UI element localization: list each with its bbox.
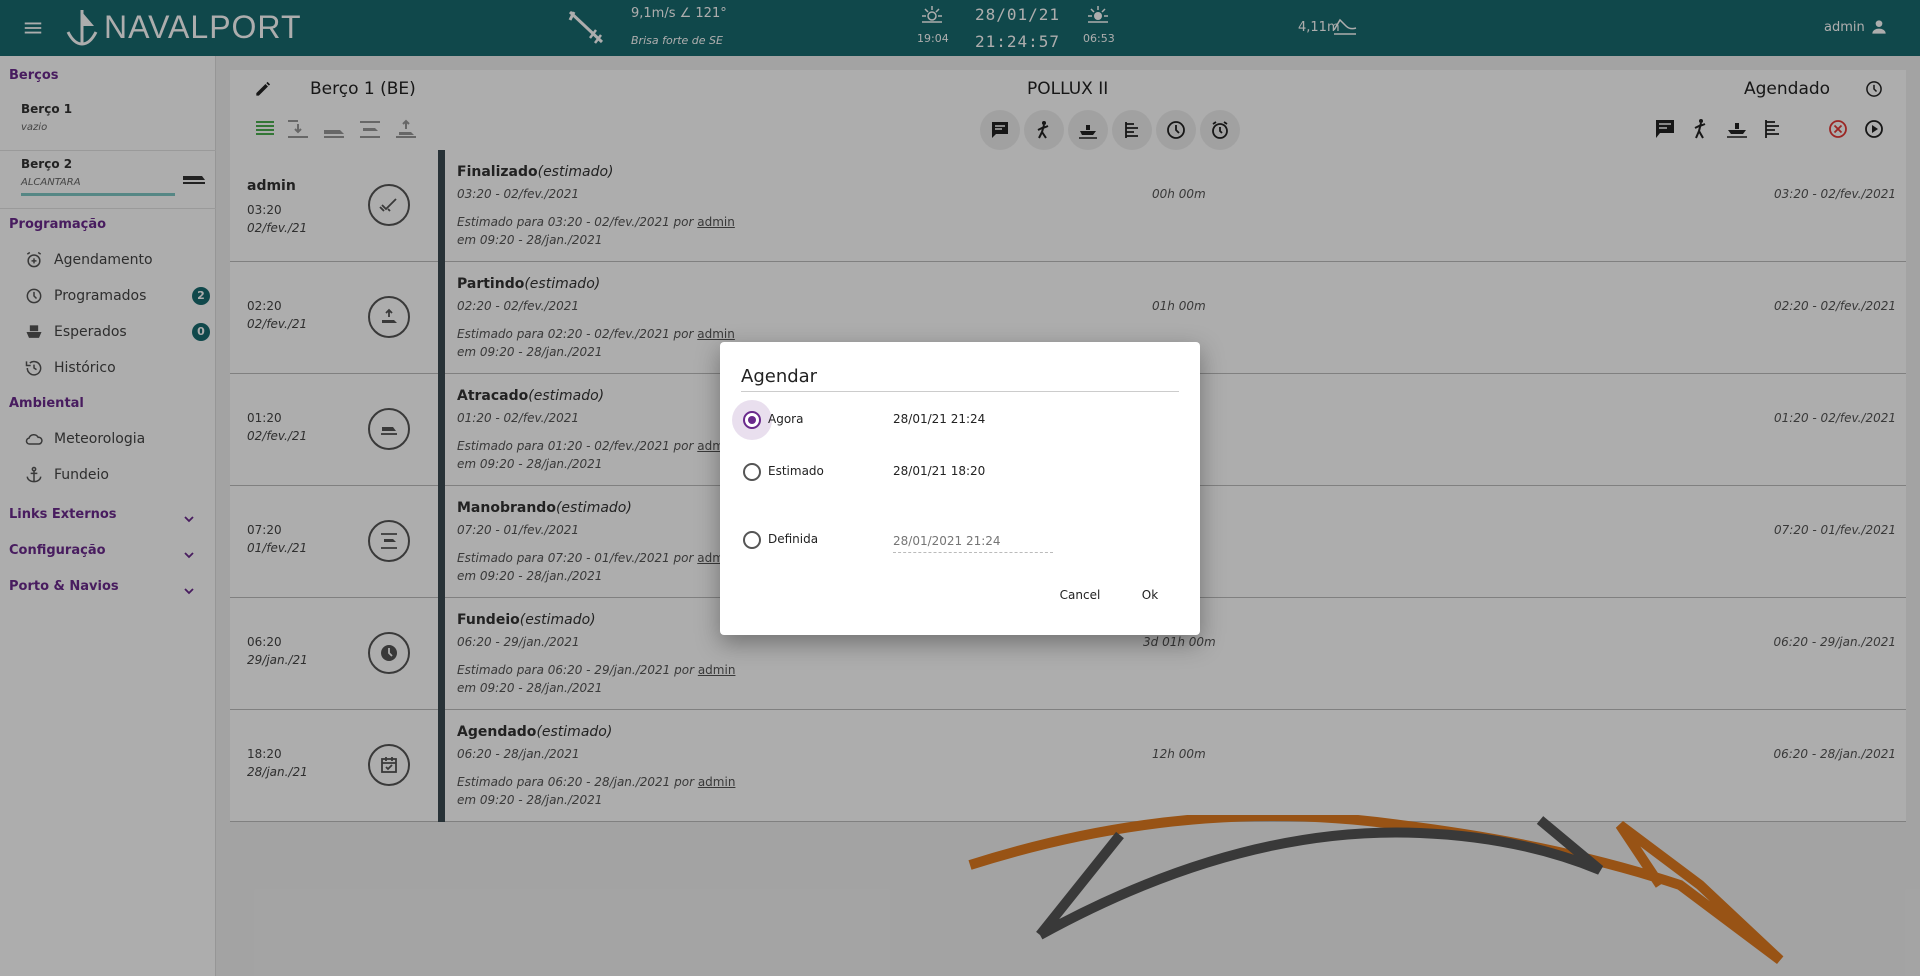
option-agora-value: 28/01/21 21:24 — [893, 412, 986, 426]
cancel-button[interactable]: Cancel — [1050, 577, 1110, 613]
option-estimado-value: 28/01/21 18:20 — [893, 464, 986, 478]
radio-estimado[interactable] — [743, 463, 761, 481]
radio-definida[interactable] — [743, 531, 761, 549]
agendar-dialog: Agendar Agora 28/01/21 21:24 Estimado 28… — [720, 342, 1200, 635]
radio-agora[interactable] — [743, 411, 761, 429]
dialog-title: Agendar — [741, 366, 818, 387]
definida-datetime-input[interactable] — [893, 529, 1053, 553]
ok-button[interactable]: Ok — [1130, 577, 1170, 613]
dialog-divider — [741, 391, 1179, 392]
